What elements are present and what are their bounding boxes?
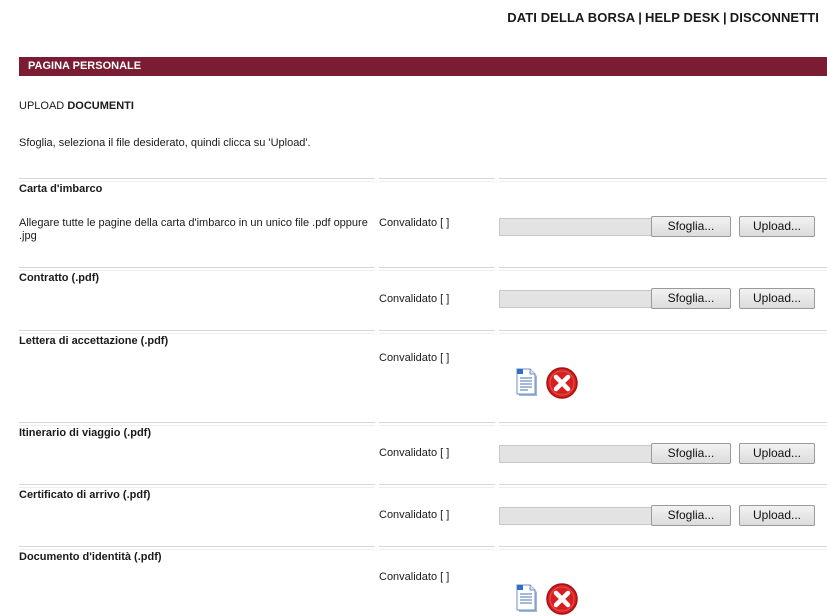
validation-status: Convalidato [ ] [379,571,450,583]
document-icon[interactable] [515,368,539,398]
page-banner: PAGINA PERSONALE [19,57,827,76]
nav-separator: | [638,10,642,25]
upload-button[interactable]: Upload... [739,505,815,526]
browse-button[interactable]: Sfoglia... [651,443,731,464]
validation-status: Convalidato [ ] [379,352,450,364]
upload-button[interactable]: Upload... [739,443,815,464]
delete-icon[interactable] [545,366,579,400]
divider-line [19,178,375,182]
nav-link-help-desk[interactable]: HELP DESK [645,10,720,25]
divider-line [379,178,495,182]
row-divider [19,330,827,334]
divider-line [499,546,827,550]
divider-line [499,267,827,271]
nav-link-disconnetti[interactable]: DISCONNETTI [730,10,819,25]
divider-line [499,330,827,334]
section-title-bold: DOCUMENTI [67,100,134,112]
document-title: Lettera di accettazione (.pdf) [19,335,169,347]
validation-status: Convalidato [ ] [379,293,450,305]
document-title: Contratto (.pdf) [19,272,100,284]
instructions-text: Sfoglia, seleziona il file desiderato, q… [19,137,311,149]
divider-line [19,330,375,334]
section-title-prefix: UPLOAD [19,100,65,112]
browse-button[interactable]: Sfoglia... [651,505,731,526]
document-icon[interactable] [515,584,539,614]
divider-line [19,484,375,488]
nav-separator: | [723,10,727,25]
row-divider [19,422,827,426]
validation-status: Convalidato [ ] [379,509,450,521]
document-title: Certificato di arrivo (.pdf) [19,489,151,501]
section-title: UPLOAD DOCUMENTI [19,100,134,112]
divider-line [499,422,827,426]
row-divider [19,267,827,271]
divider-line [379,267,495,271]
document-title: Carta d'imbarco [19,183,103,195]
divider-line [379,484,495,488]
divider-line [19,267,375,271]
browse-button[interactable]: Sfoglia... [651,288,731,309]
validation-status: Convalidato [ ] [379,217,450,229]
row-divider [19,546,827,550]
document-title: Documento d'identità (.pdf) [19,551,162,563]
nav-link-dati-borsa[interactable]: DATI DELLA BORSA [507,10,635,25]
divider-line [499,484,827,488]
upload-button[interactable]: Upload... [739,216,815,237]
upload-button[interactable]: Upload... [739,288,815,309]
divider-line [19,422,375,426]
document-title: Itinerario di viaggio (.pdf) [19,427,151,439]
divider-line [379,422,495,426]
row-divider [19,484,827,488]
browse-button[interactable]: Sfoglia... [651,216,731,237]
validation-status: Convalidato [ ] [379,447,450,459]
top-navigation: DATI DELLA BORSA | HELP DESK | DISCONNETTI [507,10,819,25]
divider-line [379,546,495,550]
delete-icon[interactable] [545,582,579,616]
divider-line [499,178,827,182]
row-divider [19,178,827,182]
divider-line [379,330,495,334]
document-description: Allegare tutte le pagine della carta d'i… [19,217,368,242]
divider-line [19,546,375,550]
